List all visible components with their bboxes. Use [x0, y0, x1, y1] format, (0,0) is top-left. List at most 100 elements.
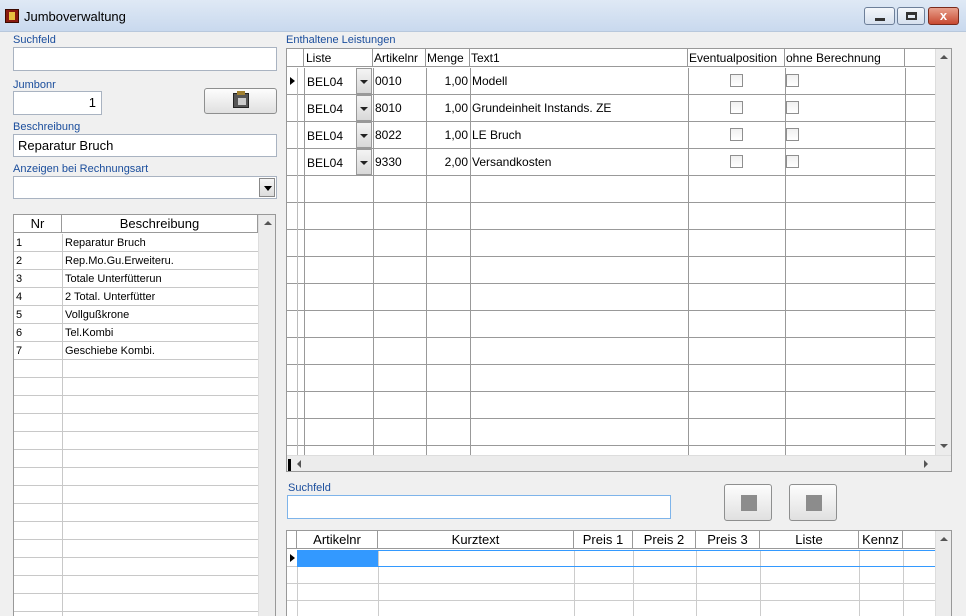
cell-text1[interactable]: LE Bruch	[472, 128, 521, 142]
table-row[interactable]	[287, 284, 935, 311]
ohne-berechnung-checkbox[interactable]	[786, 101, 799, 114]
table-row[interactable]: BEL04 8022 1,00 LE Bruch	[287, 122, 935, 149]
table-row[interactable]	[287, 230, 935, 257]
table-row[interactable]	[287, 419, 935, 446]
ohne-berechnung-checkbox[interactable]	[786, 74, 799, 87]
table-row[interactable]	[287, 601, 935, 616]
scroll-left-icon[interactable]	[297, 460, 301, 468]
leistungen-horizontal-scrollbar[interactable]	[287, 455, 951, 471]
liste-dropdown-icon[interactable]	[356, 68, 372, 94]
cell-menge[interactable]: 1,00	[426, 128, 468, 142]
cell-liste[interactable]: BEL04	[307, 75, 343, 89]
column-header-preis1[interactable]: Preis 1	[574, 531, 633, 549]
column-header-eventualposition[interactable]: Eventualposition	[688, 49, 785, 67]
table-row[interactable]: BEL04 0010 1,00 Modell	[287, 68, 935, 95]
action-button-2[interactable]	[789, 484, 837, 521]
eventualposition-checkbox[interactable]	[730, 74, 743, 87]
scroll-thumb[interactable]	[288, 459, 291, 471]
table-row[interactable]	[287, 257, 935, 284]
eventualposition-checkbox[interactable]	[730, 128, 743, 141]
artikel-vertical-scrollbar[interactable]	[935, 531, 951, 616]
list-item[interactable]	[14, 486, 258, 504]
list-item[interactable]	[14, 504, 258, 522]
cell-menge[interactable]: 2,00	[426, 155, 468, 169]
ohne-berechnung-checkbox[interactable]	[786, 128, 799, 141]
column-header-kennz[interactable]: Kennz	[859, 531, 903, 549]
jumbo-list[interactable]: Nr Beschreibung 1 Reparatur Bruch 2 Rep.Mo.…	[13, 214, 276, 616]
artikel-grid[interactable]: Artikelnr Kurztext Preis 1 Preis 2 Preis…	[286, 530, 952, 616]
leistungen-vertical-scrollbar[interactable]	[935, 49, 951, 455]
liste-dropdown-icon[interactable]	[356, 95, 372, 121]
column-header-liste[interactable]: Liste	[760, 531, 859, 549]
list-item[interactable]	[14, 414, 258, 432]
eventualposition-checkbox[interactable]	[730, 155, 743, 168]
selected-cell[interactable]	[298, 551, 378, 566]
list-item[interactable]	[14, 360, 258, 378]
list-item[interactable]	[14, 558, 258, 576]
column-header-preis3[interactable]: Preis 3	[696, 531, 760, 549]
cell-text1[interactable]: Modell	[472, 74, 507, 88]
cell-artikelnr[interactable]: 9330	[375, 155, 402, 169]
cell-menge[interactable]: 1,00	[426, 101, 468, 115]
list-item[interactable]: 4 2 Total. Unterfütter	[14, 288, 258, 306]
cell-artikelnr[interactable]: 8010	[375, 101, 402, 115]
table-row[interactable]	[287, 584, 935, 601]
jumbonr-input[interactable]: 1	[13, 91, 102, 115]
table-row[interactable]	[287, 176, 935, 203]
list-item[interactable]: 3 Totale Unterfütterun	[14, 270, 258, 288]
scroll-right-icon[interactable]	[924, 460, 928, 468]
table-row[interactable]	[287, 338, 935, 365]
cell-liste[interactable]: BEL04	[307, 156, 343, 170]
scroll-up-icon[interactable]	[940, 537, 948, 541]
paste-button[interactable]	[204, 88, 277, 114]
rechnungsart-select[interactable]	[13, 176, 277, 199]
ohne-berechnung-checkbox[interactable]	[786, 155, 799, 168]
list-item[interactable]	[14, 612, 258, 616]
table-row[interactable]	[287, 550, 937, 567]
artikel-suchfeld-input[interactable]	[287, 495, 671, 519]
minimize-button[interactable]	[864, 7, 895, 25]
cell-liste[interactable]: BEL04	[307, 129, 343, 143]
liste-dropdown-icon[interactable]	[356, 122, 372, 148]
cell-liste[interactable]: BEL04	[307, 102, 343, 116]
cell-artikelnr[interactable]: 8022	[375, 128, 402, 142]
list-item[interactable]: 6 Tel.Kombi	[14, 324, 258, 342]
list-item[interactable]	[14, 450, 258, 468]
action-button-1[interactable]	[724, 484, 772, 521]
list-item[interactable]: 1 Reparatur Bruch	[14, 234, 258, 252]
liste-dropdown-icon[interactable]	[356, 149, 372, 175]
column-header-kurztext[interactable]: Kurztext	[378, 531, 574, 549]
list-item[interactable]	[14, 522, 258, 540]
table-row[interactable]: BEL04 9330 2,00 Versandkosten	[287, 149, 935, 176]
list-item[interactable]	[14, 540, 258, 558]
leistungen-grid[interactable]: Liste Artikelnr Menge Text1 Eventualposi…	[286, 48, 952, 472]
list-item[interactable]	[14, 432, 258, 450]
close-button[interactable]: x	[928, 7, 959, 25]
column-header-text1[interactable]: Text1	[470, 49, 688, 67]
table-row[interactable]	[287, 311, 935, 338]
suchfeld-input[interactable]	[13, 47, 277, 71]
table-row[interactable]	[287, 392, 935, 419]
column-header-menge[interactable]: Menge	[426, 49, 470, 67]
table-row[interactable]	[287, 203, 935, 230]
column-header-preis2[interactable]: Preis 2	[633, 531, 696, 549]
list-item[interactable]	[14, 468, 258, 486]
list-item[interactable]	[14, 576, 258, 594]
list-item[interactable]	[14, 396, 258, 414]
scroll-down-icon[interactable]	[940, 444, 948, 448]
list-item[interactable]	[14, 378, 258, 396]
table-row[interactable]: BEL04 8010 1,00 Grundeinheit Instands. ZE	[287, 95, 935, 122]
column-header-ohne-berechnung[interactable]: ohne Berechnung	[785, 49, 905, 67]
jumbo-list-scrollbar[interactable]	[258, 215, 275, 616]
cell-artikelnr[interactable]: 0010	[375, 74, 402, 88]
column-header-beschreibung[interactable]: Beschreibung	[62, 215, 258, 233]
cell-text1[interactable]: Versandkosten	[472, 155, 551, 169]
list-item[interactable]	[14, 594, 258, 612]
beschreibung-input[interactable]: Reparatur Bruch	[13, 134, 277, 157]
table-row[interactable]	[287, 365, 935, 392]
maximize-button[interactable]	[897, 7, 925, 25]
cell-text1[interactable]: Grundeinheit Instands. ZE	[472, 101, 611, 115]
column-header-artikelnr[interactable]: Artikelnr	[297, 531, 378, 549]
column-header-liste[interactable]: Liste	[304, 49, 373, 67]
column-header-nr[interactable]: Nr	[14, 215, 62, 233]
